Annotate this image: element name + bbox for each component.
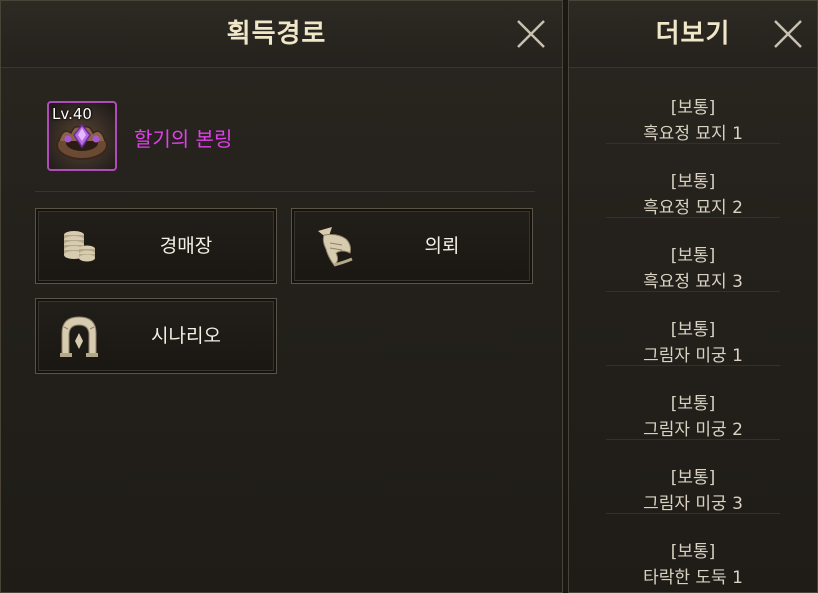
close-icon — [774, 20, 802, 48]
close-button[interactable] — [771, 17, 805, 51]
location-name: 타락한 도둑 1 — [643, 568, 743, 588]
close-button[interactable] — [514, 17, 548, 51]
grade-label: [보통] — [670, 468, 716, 488]
more-panel: 더보기 [보통] 흑요정 묘지 1 [보통] 흑요정 묘지 2 [보통] 흑요정… — [568, 0, 818, 593]
panel-title: 획득경로 — [226, 19, 327, 49]
list-item[interactable]: [보통] 그림자 미궁 2 — [606, 365, 780, 440]
auction-house-label: 경매장 — [159, 235, 213, 257]
item-icon[interactable]: Lv.40 — [47, 101, 117, 171]
grade-label: [보통] — [670, 98, 716, 118]
item-info: Lv.40 할기의 본링 — [35, 101, 535, 192]
list-item[interactable]: [보통] 흑요정 묘지 1 — [606, 69, 780, 144]
location-name: 그림자 미궁 2 — [643, 420, 743, 440]
scenario-label: 시나리오 — [151, 325, 221, 347]
close-icon — [517, 20, 545, 48]
scenario-button[interactable]: 시나리오 — [35, 298, 277, 374]
panel-header: 더보기 — [569, 1, 817, 68]
grade-label: [보통] — [670, 394, 716, 414]
request-label: 의뢰 — [424, 235, 460, 257]
list-item[interactable]: [보통] 흑요정 묘지 2 — [606, 143, 780, 218]
item-level-badge: Lv.40 — [52, 105, 92, 123]
grade-label: [보통] — [670, 172, 716, 192]
location-name: 그림자 미궁 3 — [643, 494, 743, 514]
grade-label: [보통] — [670, 246, 716, 266]
location-name: 흑요정 묘지 1 — [643, 124, 743, 144]
list-item[interactable]: [보통] 그림자 미궁 1 — [606, 291, 780, 366]
panel-header: 획득경로 — [1, 1, 562, 68]
list-item[interactable]: [보통] 그림자 미궁 3 — [606, 439, 780, 514]
location-name: 흑요정 묘지 2 — [643, 198, 743, 218]
location-name: 흑요정 묘지 3 — [643, 272, 743, 292]
grade-label: [보통] — [670, 542, 716, 562]
list-item[interactable]: [보통] 타락한 도둑 1 — [606, 513, 780, 588]
auction-house-button[interactable]: 경매장 — [35, 208, 277, 284]
list-item[interactable]: [보통] 흑요정 묘지 3 — [606, 217, 780, 292]
grade-label: [보통] — [670, 320, 716, 340]
item-name: 할기의 본링 — [134, 127, 233, 151]
acquire-route-panel: 획득경로 Lv.40 할기의 본링 경매장 의뢰 시나리오 — [0, 0, 563, 593]
request-button[interactable]: 의뢰 — [291, 208, 533, 284]
location-name: 그림자 미궁 1 — [643, 346, 743, 366]
